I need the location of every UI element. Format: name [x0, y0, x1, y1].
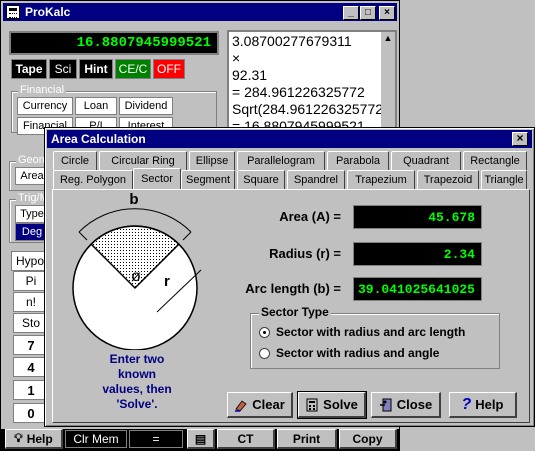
radius-label: r	[164, 273, 170, 290]
tape-button[interactable]: Tape	[11, 59, 47, 79]
arc-length-field[interactable]: 39.041025641025	[353, 277, 482, 301]
tab-rectangle[interactable]: Rectangle	[463, 151, 527, 170]
tape-scrollbar[interactable]: ▲	[381, 32, 395, 132]
tape-line: = 284.961226325772	[232, 84, 365, 100]
ct-button[interactable]: CT	[217, 429, 275, 449]
window-title: ProKalc	[25, 5, 71, 19]
tab-ellipse[interactable]: Ellipse	[189, 151, 235, 170]
sci-button[interactable]: Sci	[49, 59, 77, 79]
tape-line: 3.08700277679311	[232, 33, 352, 49]
radio-radius-arc[interactable]: Sector with radius and arc length	[259, 325, 465, 339]
arc-label: b	[129, 191, 138, 208]
close-button[interactable]: Close	[371, 392, 441, 418]
tape-panel[interactable]: 3.08700277679311 × 92.31 = 284.961226325…	[227, 30, 397, 134]
equals-button[interactable]: =	[129, 430, 183, 448]
tab-trapezium[interactable]: Trapezium	[347, 170, 415, 189]
radio-radius-angle-label: Sector with radius and angle	[276, 346, 440, 360]
close-label: Close	[396, 397, 433, 412]
tab-segment[interactable]: Segment	[181, 170, 235, 189]
tape-line: 92.31	[232, 67, 268, 83]
close-icon[interactable]: ×	[379, 6, 395, 20]
solve-label: Solve	[323, 397, 358, 412]
area-field[interactable]: 45.678	[353, 205, 482, 229]
ce-c-button[interactable]: CE/C	[115, 59, 151, 79]
dialog-title-bar: Area Calculation ×	[47, 130, 532, 148]
tab-trapezoid[interactable]: Trapezoid	[417, 170, 479, 189]
hint-line: values, then	[102, 382, 172, 396]
clr-mem-button[interactable]: Clr Mem	[65, 430, 127, 448]
clipboard-icon[interactable]: ▤	[187, 429, 215, 449]
area-calculation-dialog: Area Calculation × Circle Circular Ring …	[44, 127, 535, 427]
eraser-icon	[234, 398, 248, 412]
hint-button[interactable]: Hint	[79, 59, 113, 79]
tab-quadrant[interactable]: Quadrant	[391, 151, 461, 170]
tab-reg-polygon[interactable]: Reg. Polygon	[53, 170, 133, 189]
copy-button[interactable]: Copy	[339, 429, 397, 449]
hint-line: Enter two	[109, 352, 165, 366]
radius-field-label: Radius (r) =	[269, 246, 341, 261]
tape-line: ×	[232, 50, 241, 66]
radio-radius-angle[interactable]: Sector with radius and angle	[259, 346, 439, 360]
tab-sector[interactable]: Sector	[133, 168, 181, 189]
scroll-up-icon[interactable]: ▲	[381, 32, 395, 44]
angle-label: ø	[131, 268, 141, 285]
tab-parallelogram[interactable]: Parallelogram	[237, 151, 325, 170]
title-bar: ProKalc _ □ ×	[3, 3, 397, 21]
sector-type-label: Sector Type	[259, 305, 331, 319]
door-exit-icon	[379, 398, 393, 412]
tab-triangle[interactable]: Triangle	[481, 170, 527, 189]
lightbulb-icon: 💡︎	[14, 431, 23, 445]
help-main-button[interactable]: 💡︎ Help	[5, 429, 63, 449]
radio-radius-arc-label: Sector with radius and arc length	[276, 325, 466, 339]
financial-label: Financial	[18, 84, 67, 96]
arc-tick-left	[78, 231, 88, 241]
loan-button[interactable]: Loan	[75, 97, 117, 115]
hint-line: 'Solve'.	[116, 397, 158, 411]
minimize-icon[interactable]: _	[343, 6, 359, 20]
sector-type-group: Sector Type Sector with radius and arc l…	[250, 305, 500, 369]
help-main-label: Help	[26, 431, 53, 446]
currency-button[interactable]: Currency	[17, 97, 73, 115]
off-button[interactable]: OFF	[153, 59, 185, 79]
area-label: Area (A) =	[279, 209, 341, 224]
arc-length-label: Arc length (b) =	[245, 281, 341, 296]
main-display: 16.8807945999521	[9, 31, 219, 55]
clear-label: Clear	[252, 397, 285, 412]
dialog-close-icon[interactable]: ×	[512, 132, 528, 146]
dialog-title: Area Calculation	[51, 132, 146, 146]
calculator-app-icon	[6, 5, 20, 19]
arc-tick-right	[182, 231, 192, 241]
radio-checked-icon[interactable]	[259, 326, 270, 338]
tab-spandrel[interactable]: Spandrel	[287, 170, 345, 189]
calculator-icon	[305, 398, 319, 412]
radius-field[interactable]: 2.34	[353, 242, 482, 266]
clear-button[interactable]: Clear	[227, 392, 293, 418]
question-mark-icon: ?	[461, 395, 472, 413]
solve-button[interactable]: Solve	[297, 391, 367, 419]
hint-line: known	[118, 367, 156, 381]
help-button[interactable]: ? Help	[449, 392, 517, 418]
tab-parabola[interactable]: Parabola	[327, 151, 389, 170]
tab-square[interactable]: Square	[237, 170, 285, 189]
hint-text: Enter two known values, then 'Solve'.	[77, 352, 197, 412]
maximize-icon[interactable]: □	[360, 6, 376, 20]
radio-unchecked-icon[interactable]	[259, 347, 270, 359]
sector-diagram: b ø r	[72, 191, 202, 350]
dividend-button[interactable]: Dividend	[119, 97, 173, 115]
tab-circle[interactable]: Circle	[53, 151, 97, 170]
tape-line: Sqrt(284.961226325772)	[232, 101, 388, 117]
help-label: Help	[475, 397, 504, 412]
print-button[interactable]: Print	[277, 429, 337, 449]
